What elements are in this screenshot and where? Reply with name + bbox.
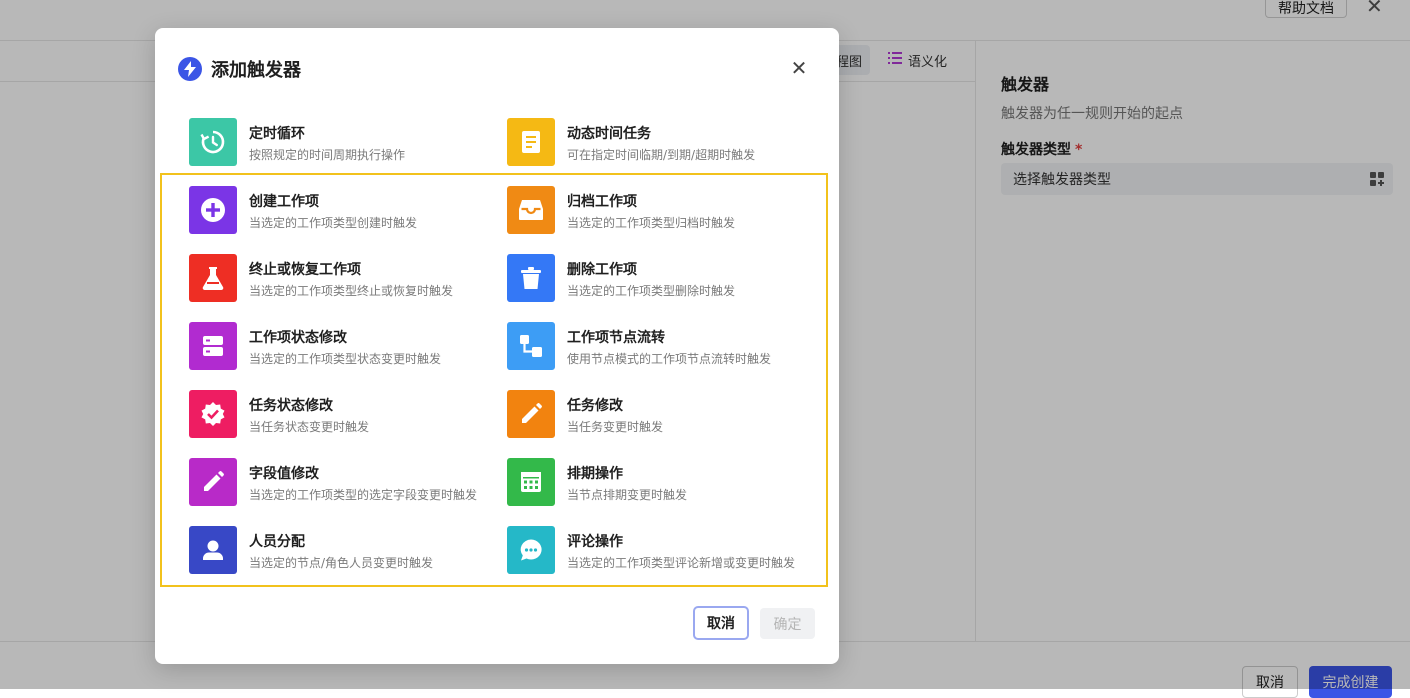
trigger-option-archive-item[interactable]: 归档工作项 当选定的工作项类型归档时触发 [507,186,817,234]
trigger-option-desc: 当任务变更时触发 [567,420,664,434]
inbox-icon [507,186,555,234]
verified-badge-icon [189,390,237,438]
trigger-option-title: 排期操作 [567,466,623,482]
trigger-option-item-status-change[interactable]: 工作项状态修改 当选定的工作项类型状态变更时触发 [189,322,499,370]
trigger-option-title: 动态时间任务 [567,126,651,142]
trigger-option-field-change[interactable]: 字段值修改 当选定的工作项类型的选定字段变更时触发 [189,458,499,506]
trigger-option-node-flow[interactable]: 工作项节点流转 使用节点模式的工作项节点流转时触发 [507,322,817,370]
trigger-option-desc: 按照规定的时间周期执行操作 [249,148,406,162]
trigger-option-desc: 当节点排期变更时触发 [567,488,688,502]
trigger-option-title: 创建工作项 [249,194,319,210]
trigger-option-title: 人员分配 [249,534,305,550]
trigger-option-create-item[interactable]: 创建工作项 当选定的工作项类型创建时触发 [189,186,499,234]
server-icon [189,322,237,370]
trigger-option-title: 任务修改 [567,398,623,414]
trigger-option-desc: 当选定的工作项类型评论新增或变更时触发 [567,556,796,570]
calendar-icon [507,458,555,506]
person-icon [189,526,237,574]
trigger-option-title: 删除工作项 [567,262,637,278]
trigger-option-comment[interactable]: 评论操作 当选定的工作项类型评论新增或变更时触发 [507,526,817,574]
trigger-option-desc: 当选定的工作项类型的选定字段变更时触发 [249,488,478,502]
trigger-option-title: 工作项状态修改 [249,330,347,346]
trigger-option-title: 工作项节点流转 [567,330,665,346]
trash-icon [507,254,555,302]
confirm-button[interactable]: 确定 [760,608,815,639]
trigger-option-desc: 使用节点模式的工作项节点流转时触发 [567,352,772,366]
lightning-icon [178,57,202,81]
edit-icon [189,458,237,506]
dialog-title: 添加触发器 [211,60,301,81]
highlight-box [160,173,828,587]
trigger-option-title: 归档工作项 [567,194,637,210]
flask-icon [189,254,237,302]
trigger-option-title: 终止或恢复工作项 [249,262,361,278]
trigger-option-task-status-change[interactable]: 任务状态修改 当任务状态变更时触发 [189,390,499,438]
trigger-option-task-change[interactable]: 任务修改 当任务变更时触发 [507,390,817,438]
trigger-option-desc: 当任务状态变更时触发 [249,420,370,434]
trigger-option-desc: 当选定的工作项类型归档时触发 [567,216,736,230]
trigger-option-assign-people[interactable]: 人员分配 当选定的节点/角色人员变更时触发 [189,526,499,574]
plus-circle-icon [189,186,237,234]
history-icon [189,118,237,166]
add-trigger-dialog: 添加触发器 ✕ 定时循环 按照规定的时间周期执行操作 动态时间任务 可在指定时间… [155,28,839,664]
trigger-option-title: 评论操作 [567,534,623,550]
close-icon[interactable]: ✕ [789,56,809,80]
document-icon [507,118,555,166]
trigger-option-desc: 当选定的工作项类型终止或恢复时触发 [249,284,454,298]
comment-icon [507,526,555,574]
trigger-option-desc: 可在指定时间临期/到期/超期时触发 [567,148,756,162]
trigger-option-schedule[interactable]: 排期操作 当节点排期变更时触发 [507,458,817,506]
trigger-option-title: 定时循环 [249,126,305,142]
pencil-icon [507,390,555,438]
dialog-header: 添加触发器 [178,56,301,82]
trigger-option-title: 字段值修改 [249,466,319,482]
flow-nodes-icon [507,322,555,370]
trigger-option-title: 任务状态修改 [249,398,333,414]
trigger-option-desc: 当选定的工作项类型状态变更时触发 [249,352,442,366]
trigger-option-delete-item[interactable]: 删除工作项 当选定的工作项类型删除时触发 [507,254,817,302]
trigger-option-desc: 当选定的节点/角色人员变更时触发 [249,556,434,570]
trigger-option-desc: 当选定的工作项类型创建时触发 [249,216,418,230]
trigger-option-dynamic-time[interactable]: 动态时间任务 可在指定时间临期/到期/超期时触发 [507,118,817,166]
trigger-option-terminate-restore[interactable]: 终止或恢复工作项 当选定的工作项类型终止或恢复时触发 [189,254,499,302]
trigger-option-desc: 当选定的工作项类型删除时触发 [567,284,736,298]
trigger-option-timed-loop[interactable]: 定时循环 按照规定的时间周期执行操作 [189,118,499,166]
cancel-button[interactable]: 取消 [693,606,749,640]
